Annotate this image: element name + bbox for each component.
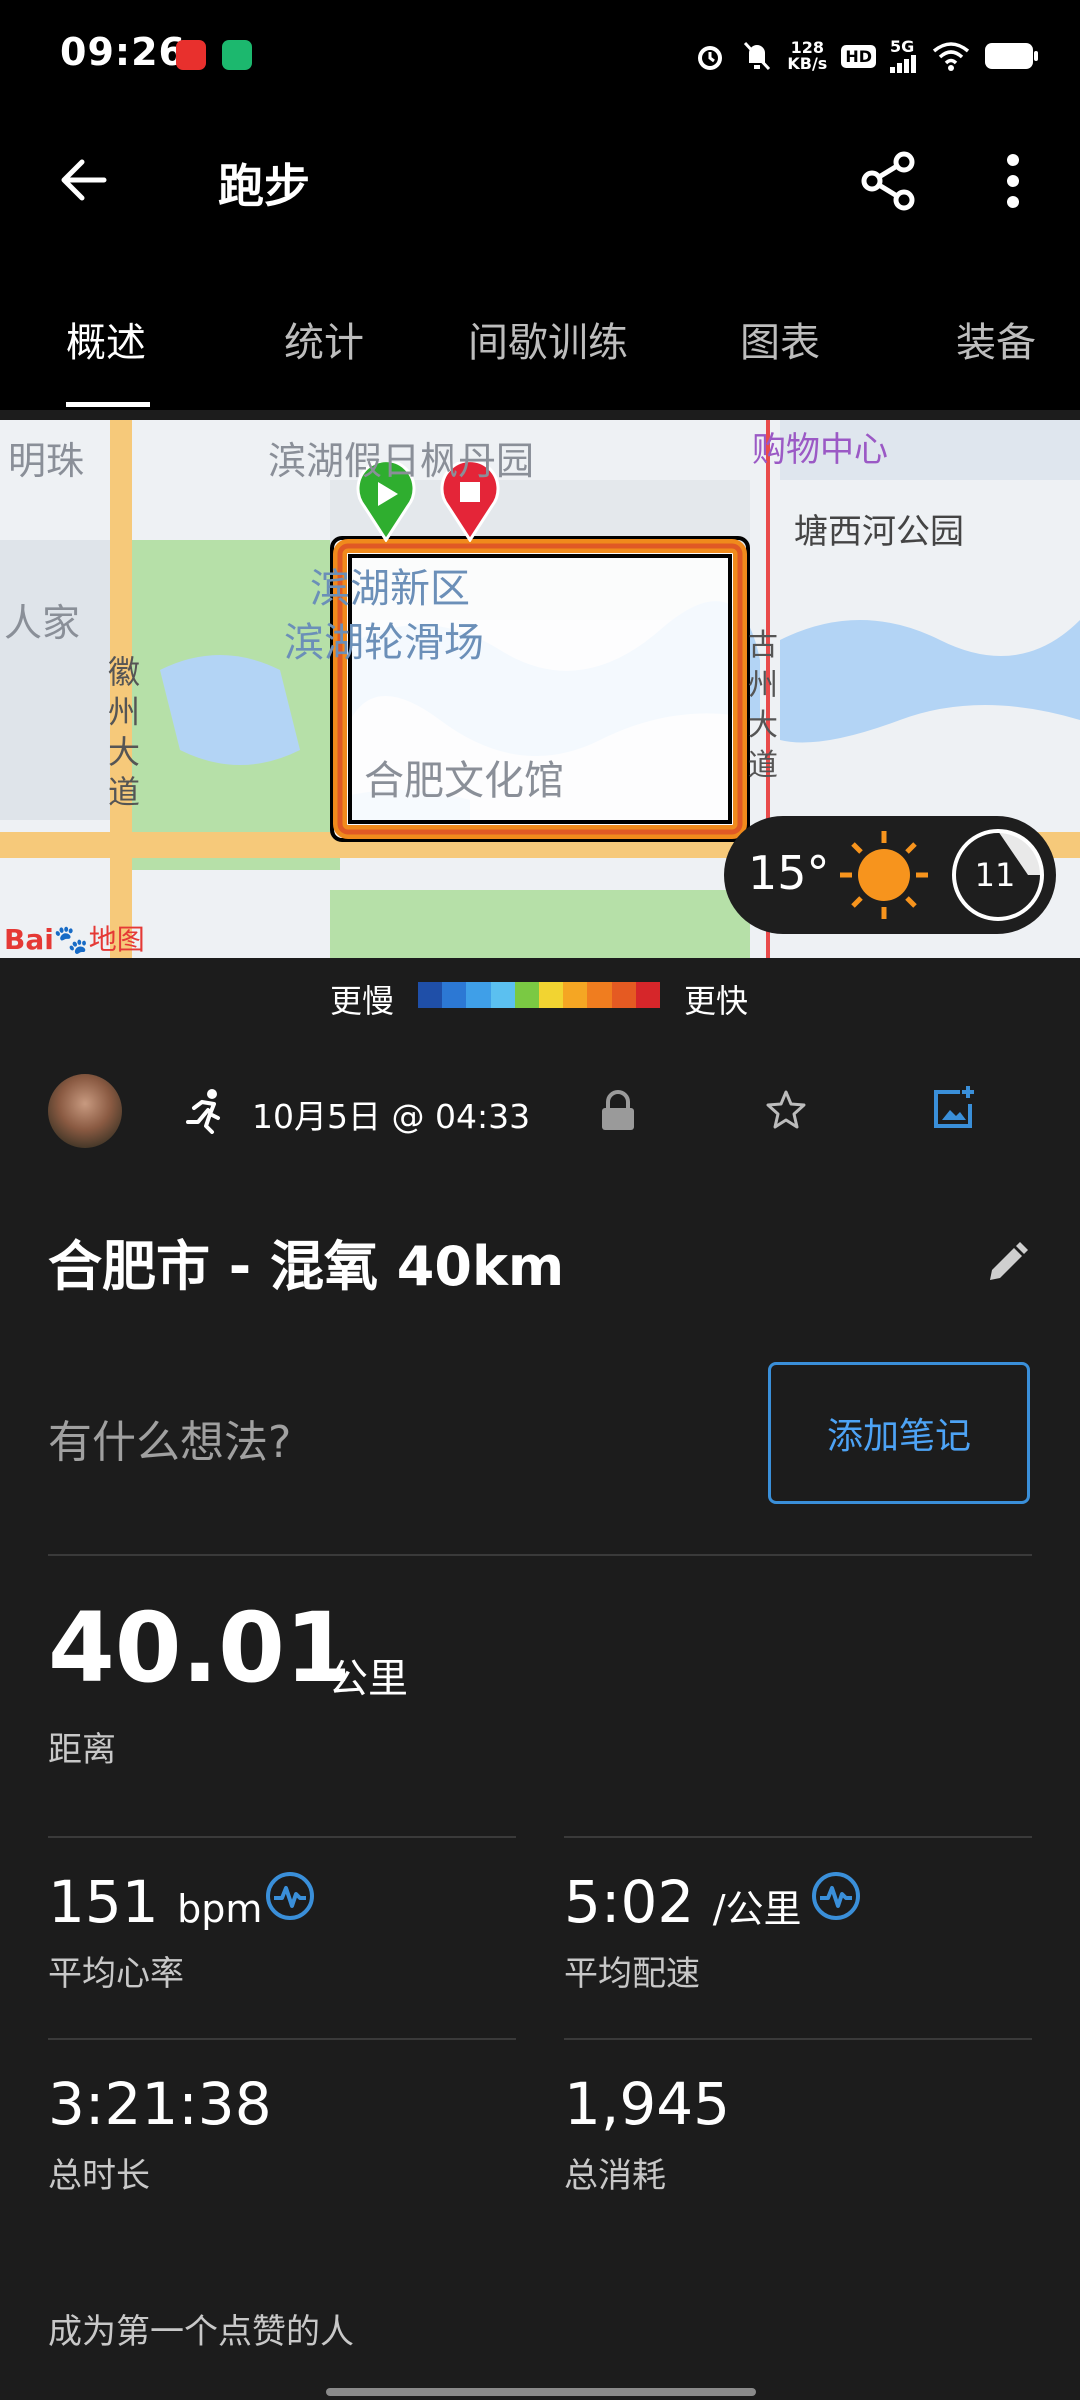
legend-slow-label: 更慢 xyxy=(330,982,395,1020)
alarm-icon xyxy=(698,46,723,70)
heart-rate-value: 151 xyxy=(48,1868,159,1936)
avatar[interactable] xyxy=(48,1074,122,1148)
share-icon[interactable] xyxy=(858,150,920,212)
heart-rate-unit: bpm xyxy=(177,1887,263,1931)
legend-color-swatch xyxy=(490,982,515,1008)
active-tab-indicator xyxy=(66,402,150,407)
legend-color-swatch xyxy=(442,982,467,1008)
battery-icon xyxy=(985,43,1038,69)
star-icon[interactable] xyxy=(764,1088,808,1132)
page-title: 跑步 xyxy=(218,159,310,213)
heart-rate-info-icon[interactable] xyxy=(264,1870,316,1922)
heart-rate-stat: 151 bpm xyxy=(48,1868,262,1936)
distance-value: 40.01 xyxy=(48,1592,352,1704)
activity-date: 10月5日 @ 04:33 xyxy=(252,1097,531,1136)
tab-gear[interactable]: 装备 xyxy=(956,310,1036,368)
wifi-icon xyxy=(932,42,970,71)
net-speed: 128 KB/s xyxy=(787,40,827,72)
calories-value: 1,945 xyxy=(564,2070,731,2138)
tab-intervals[interactable]: 间歇训练 xyxy=(468,310,628,368)
legend-color-swatch xyxy=(418,982,443,1008)
distance-label: 距离 xyxy=(48,1730,116,1770)
app-bar: 跑步 xyxy=(0,110,1080,290)
signal-5g: 5G xyxy=(890,39,918,73)
map-label-huizhou: 徽州大道 xyxy=(108,653,141,811)
wind-speed: 11 xyxy=(974,856,1016,894)
pace-unit: /公里 xyxy=(712,1887,802,1931)
signal-icon xyxy=(890,55,916,73)
sun-icon xyxy=(840,831,928,919)
home-indicator[interactable] xyxy=(326,2388,756,2396)
baidu-logo-text: Bai xyxy=(4,923,54,956)
heart-rate-label: 平均心率 xyxy=(48,1954,184,1994)
map-label-binhu-xinqu: 滨湖新区 xyxy=(310,566,470,612)
legend-color-swatch xyxy=(514,982,540,1008)
calories-label: 总消耗 xyxy=(564,2156,666,2196)
legend-color-swatch xyxy=(466,982,491,1008)
pace-label: 平均配速 xyxy=(564,1954,700,1994)
mute-bell-icon xyxy=(744,41,771,71)
xiaohongshu-app-icon xyxy=(176,40,206,70)
weather-badge: 15° 11 xyxy=(724,816,1056,934)
map-label-lunhua: 滨湖轮滑场 xyxy=(284,620,484,666)
status-time: 09:26 xyxy=(60,30,186,74)
tab-charts[interactable]: 图表 xyxy=(740,310,820,368)
map-label-binhu-jiari: 滨湖假日枫丹园 xyxy=(268,439,535,483)
activity-title: 合肥市 - 混氧 40km xyxy=(48,1235,565,1298)
status-bar: 09:26 128 KB/s HD 5G xyxy=(0,0,1080,110)
legend-color-swatch xyxy=(635,982,661,1008)
legend-color-swatch xyxy=(611,982,636,1008)
baidu-logo: Bai🐾地图 xyxy=(4,918,145,958)
legend-color-swatch xyxy=(563,982,588,1008)
tab-overview[interactable]: 概述 xyxy=(66,310,146,368)
running-icon xyxy=(186,1089,220,1134)
thought-input[interactable]: 有什么想法? xyxy=(48,1406,291,1470)
legend-color-bar xyxy=(418,982,661,1008)
pace-value: 5:02 xyxy=(564,1868,695,1936)
duration-value: 3:21:38 xyxy=(48,2070,272,2138)
map-label-mingzhu: 明珠 xyxy=(8,439,85,483)
add-note-button[interactable]: 添加笔记 xyxy=(768,1362,1030,1504)
activity-meta: 10月5日 @ 04:33 xyxy=(0,1060,1080,1160)
net-speed-unit: KB/s xyxy=(787,54,828,73)
more-vertical-icon[interactable] xyxy=(998,150,1028,212)
legend-fast-label: 更快 xyxy=(684,982,749,1020)
divider xyxy=(48,1554,1032,1556)
tab-bar: 概述 统计 间歇训练 图表 装备 xyxy=(0,290,1080,410)
divider xyxy=(48,1836,516,1838)
add-photo-icon[interactable] xyxy=(930,1084,978,1132)
network-type: 5G xyxy=(890,37,915,56)
duration-label: 总时长 xyxy=(48,2156,150,2196)
legend-color-swatch xyxy=(539,982,564,1008)
back-arrow-icon[interactable] xyxy=(56,152,112,208)
pace-info-icon[interactable] xyxy=(810,1870,862,1922)
tab-stats[interactable]: 统计 xyxy=(284,310,364,368)
route-map[interactable]: 明珠 滨湖假日枫丹园 购物中心 塘西河公园 人家 滨湖新区 滨湖轮滑场 徽州大道… xyxy=(0,420,1080,958)
map-label-shopping: 购物中心 xyxy=(752,430,888,470)
edit-pencil-icon[interactable] xyxy=(984,1240,1030,1286)
hd-badge: HD xyxy=(841,44,876,68)
pace-legend: 更慢 更快 xyxy=(0,958,1080,1038)
baidu-map-text: 地图 xyxy=(88,923,145,956)
divider xyxy=(564,1836,1032,1838)
distance-unit: 公里 xyxy=(328,1656,408,1702)
weather-temp: 15° xyxy=(748,846,830,900)
baidu-paw-icon: 🐾 xyxy=(53,923,89,956)
divider xyxy=(564,2038,1032,2040)
legend-color-swatch xyxy=(587,982,612,1008)
pace-stat: 5:02 /公里 xyxy=(564,1868,802,1936)
first-like-prompt[interactable]: 成为第一个点赞的人 xyxy=(48,2304,354,2353)
map-label-guzhou: 古州大道 xyxy=(748,628,778,783)
map-label-tangxihe: 塘西河公园 xyxy=(794,512,964,552)
chat-app-icon xyxy=(222,40,252,70)
map-label-wenhua: 合肥文化馆 xyxy=(364,758,564,804)
map-label-renjia: 人家 xyxy=(4,601,81,645)
status-icons: 128 KB/s HD 5G xyxy=(693,36,1040,76)
divider xyxy=(48,2038,516,2040)
lock-icon[interactable] xyxy=(598,1088,638,1132)
